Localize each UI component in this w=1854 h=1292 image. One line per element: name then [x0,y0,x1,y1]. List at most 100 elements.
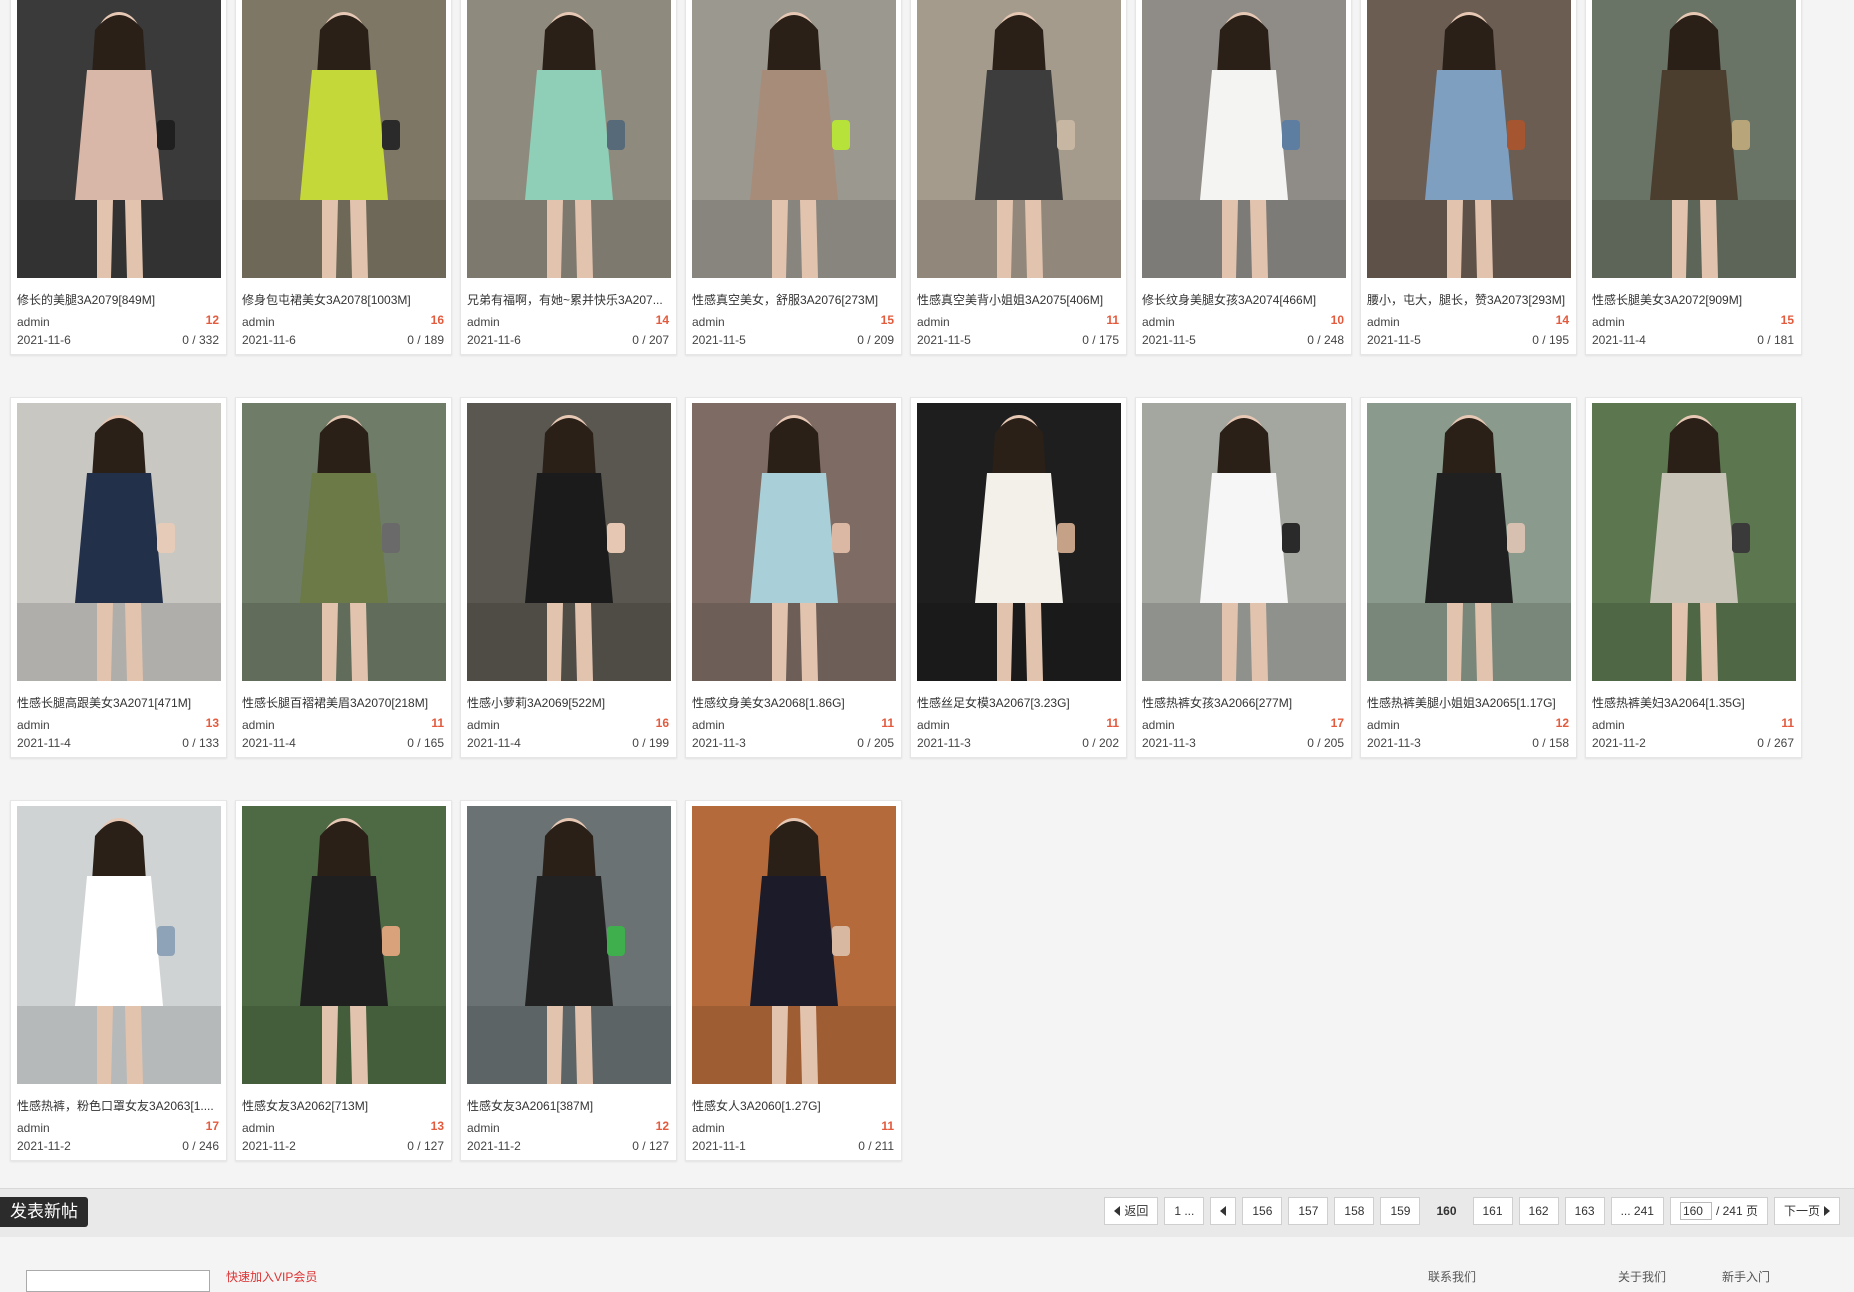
thread-title[interactable]: 性感热裤美妇3A2064[1.35G] [1592,694,1797,711]
thread-author[interactable]: admin [692,315,725,329]
thread-author[interactable]: admin [1142,315,1175,329]
thread-card[interactable]: 性感小萝莉3A2069[522M] admin 16 2021-11-4 0 / 199 [460,397,677,758]
thread-card[interactable]: 性感真空美背小姐姐3A2075[406M] admin 11 2021-11-5 0 /… [910,0,1127,355]
thread-thumbnail[interactable] [17,0,221,278]
thread-title[interactable]: 修长纹身美腿女孩3A2074[466M] [1142,291,1347,308]
thread-title[interactable]: 性感真空美背小姐姐3A2075[406M] [917,291,1122,308]
thread-card[interactable]: 修长纹身美腿女孩3A2074[466M] admin 10 2021-11-5 0 / … [1135,0,1352,355]
thread-author[interactable]: admin [17,315,50,329]
thumbnail-image [467,806,671,1084]
new-post-button[interactable]: 发表新帖 [0,1197,88,1227]
page-156[interactable]: 156 [1242,1197,1283,1225]
thread-author[interactable]: admin [467,1121,500,1135]
thread-thumbnail[interactable] [242,806,446,1084]
page-158[interactable]: 158 [1334,1197,1375,1225]
thread-card[interactable]: 修身包屯裙美女3A2078[1003M] admin 16 2021-11-6 0 / … [235,0,452,355]
thread-thumbnail[interactable] [1367,0,1571,278]
thread-title[interactable]: 性感热裤女孩3A2066[277M] [1142,694,1347,711]
thread-thumbnail[interactable] [1592,0,1796,278]
thread-thumbnail[interactable] [692,0,896,278]
thread-author[interactable]: admin [17,1121,50,1135]
thread-title[interactable]: 性感长腿百褶裙美眉3A2070[218M] [242,694,447,711]
thread-thumbnail[interactable] [692,806,896,1084]
thread-card[interactable]: 性感长腿百褶裙美眉3A2070[218M] admin 11 2021-11-4 0 /… [235,397,452,758]
thread-author[interactable]: admin [917,718,950,732]
thread-card[interactable]: 性感女友3A2061[387M] admin 12 2021-11-2 0 / 127 [460,800,677,1161]
thread-title[interactable]: 兄弟有福啊，有她~累并快乐3A207... [467,291,672,308]
thread-card[interactable]: 性感热裤美腿小姐姐3A2065[1.17G] admin 12 2021-11-3 0 … [1360,397,1577,758]
thread-thumbnail[interactable] [17,403,221,681]
thread-thumbnail[interactable] [917,403,1121,681]
thread-title[interactable]: 性感长腿高跟美女3A2071[471M] [17,694,222,711]
thread-thumbnail[interactable] [467,0,671,278]
thread-thumbnail[interactable] [1367,403,1571,681]
thread-author[interactable]: admin [1367,315,1400,329]
thread-card[interactable]: 性感纹身美女3A2068[1.86G] admin 11 2021-11-3 0 / 2… [685,397,902,758]
reply-view-stats: 0 / 205 [857,736,894,750]
thread-thumbnail[interactable] [1142,0,1346,278]
thread-card[interactable]: 性感热裤美妇3A2064[1.35G] admin 11 2021-11-2 0 / 2… [1585,397,1802,758]
thread-date: 2021-11-5 [1367,333,1421,347]
thread-title[interactable]: 性感真空美女，舒服3A2076[273M] [692,291,897,308]
prev-page-button[interactable] [1210,1197,1237,1225]
thread-title[interactable]: 性感热裤美腿小姐姐3A2065[1.17G] [1367,694,1572,711]
thread-title[interactable]: 性感小萝莉3A2069[522M] [467,694,672,711]
thread-author[interactable]: admin [917,315,950,329]
thread-card[interactable]: 性感热裤，粉色口罩女友3A2063[1.... admin 17 2021-11-2 0… [10,800,227,1161]
thread-author[interactable]: admin [1367,718,1400,732]
thread-card[interactable]: 性感女友3A2062[713M] admin 13 2021-11-2 0 / 127 [235,800,452,1161]
thread-card[interactable]: 性感长腿高跟美女3A2071[471M] admin 13 2021-11-4 0 / … [10,397,227,758]
thread-thumbnail[interactable] [242,403,446,681]
page-jump-input[interactable] [1679,1202,1712,1220]
thread-thumbnail[interactable] [1142,403,1346,681]
thread-author[interactable]: admin [1592,315,1625,329]
page-157[interactable]: 157 [1288,1197,1329,1225]
page-162[interactable]: 162 [1518,1197,1559,1225]
page-last[interactable]: ... 241 [1610,1197,1664,1225]
thread-title[interactable]: 性感热裤，粉色口罩女友3A2063[1.... [17,1097,222,1114]
thread-title[interactable]: 修长的美腿3A2079[849M] [17,291,222,308]
thread-author[interactable]: admin [242,718,275,732]
thread-title[interactable]: 性感女人3A2060[1.27G] [692,1097,897,1114]
thread-card[interactable]: 性感热裤女孩3A2066[277M] admin 17 2021-11-3 0 / 20… [1135,397,1352,758]
page-159[interactable]: 159 [1380,1197,1421,1225]
thread-author[interactable]: admin [1592,718,1625,732]
thread-card[interactable]: 性感真空美女，舒服3A2076[273M] admin 15 2021-11-5 0 /… [685,0,902,355]
page-161[interactable]: 161 [1472,1197,1513,1225]
reply-view-stats: 0 / 133 [182,736,219,750]
page-first[interactable]: 1 ... [1164,1197,1205,1225]
thread-card[interactable]: 性感丝足女模3A2067[3.23G] admin 11 2021-11-3 0 / 2… [910,397,1127,758]
thread-author[interactable]: admin [1142,718,1175,732]
next-page-button[interactable]: 下一页 [1773,1197,1840,1225]
thread-thumbnail[interactable] [17,806,221,1084]
thread-author[interactable]: admin [467,718,500,732]
thread-author[interactable]: admin [242,315,275,329]
page-163[interactable]: 163 [1564,1197,1605,1225]
thread-thumbnail[interactable] [1592,403,1796,681]
footer-search-box[interactable] [26,1270,210,1292]
thread-thumbnail[interactable] [467,403,671,681]
thread-thumbnail[interactable] [242,0,446,278]
thread-card[interactable]: 修长的美腿3A2079[849M] admin 12 2021-11-6 0 / 332 [10,0,227,355]
thread-author[interactable]: admin [692,718,725,732]
thread-thumbnail[interactable] [692,403,896,681]
back-button[interactable]: 返回 [1104,1197,1159,1225]
thread-title[interactable]: 腰小，屯大，腿长，赞3A2073[293M] [1367,291,1572,308]
thread-title[interactable]: 性感女友3A2061[387M] [467,1097,672,1114]
thread-title[interactable]: 性感纹身美女3A2068[1.86G] [692,694,897,711]
thread-author[interactable]: admin [692,1121,725,1135]
thread-card[interactable]: 性感长腿美女3A2072[909M] admin 15 2021-11-4 0 / 18… [1585,0,1802,355]
thread-card[interactable]: 兄弟有福啊，有她~累并快乐3A207... admin 14 2021-11-6 0 /… [460,0,677,355]
thread-card[interactable]: 性感女人3A2060[1.27G] admin 11 2021-11-1 0 / 211 [685,800,902,1161]
thread-title[interactable]: 性感丝足女模3A2067[3.23G] [917,694,1122,711]
thread-card[interactable]: 腰小，屯大，腿长，赞3A2073[293M] admin 14 2021-11-5 0 … [1360,0,1577,355]
thread-author[interactable]: admin [17,718,50,732]
thumbnail-image [17,403,221,681]
thread-title[interactable]: 性感长腿美女3A2072[909M] [1592,291,1797,308]
thread-thumbnail[interactable] [467,806,671,1084]
thread-author[interactable]: admin [242,1121,275,1135]
thread-thumbnail[interactable] [917,0,1121,278]
thread-title[interactable]: 修身包屯裙美女3A2078[1003M] [242,291,447,308]
thread-author[interactable]: admin [467,315,500,329]
thread-title[interactable]: 性感女友3A2062[713M] [242,1097,447,1114]
